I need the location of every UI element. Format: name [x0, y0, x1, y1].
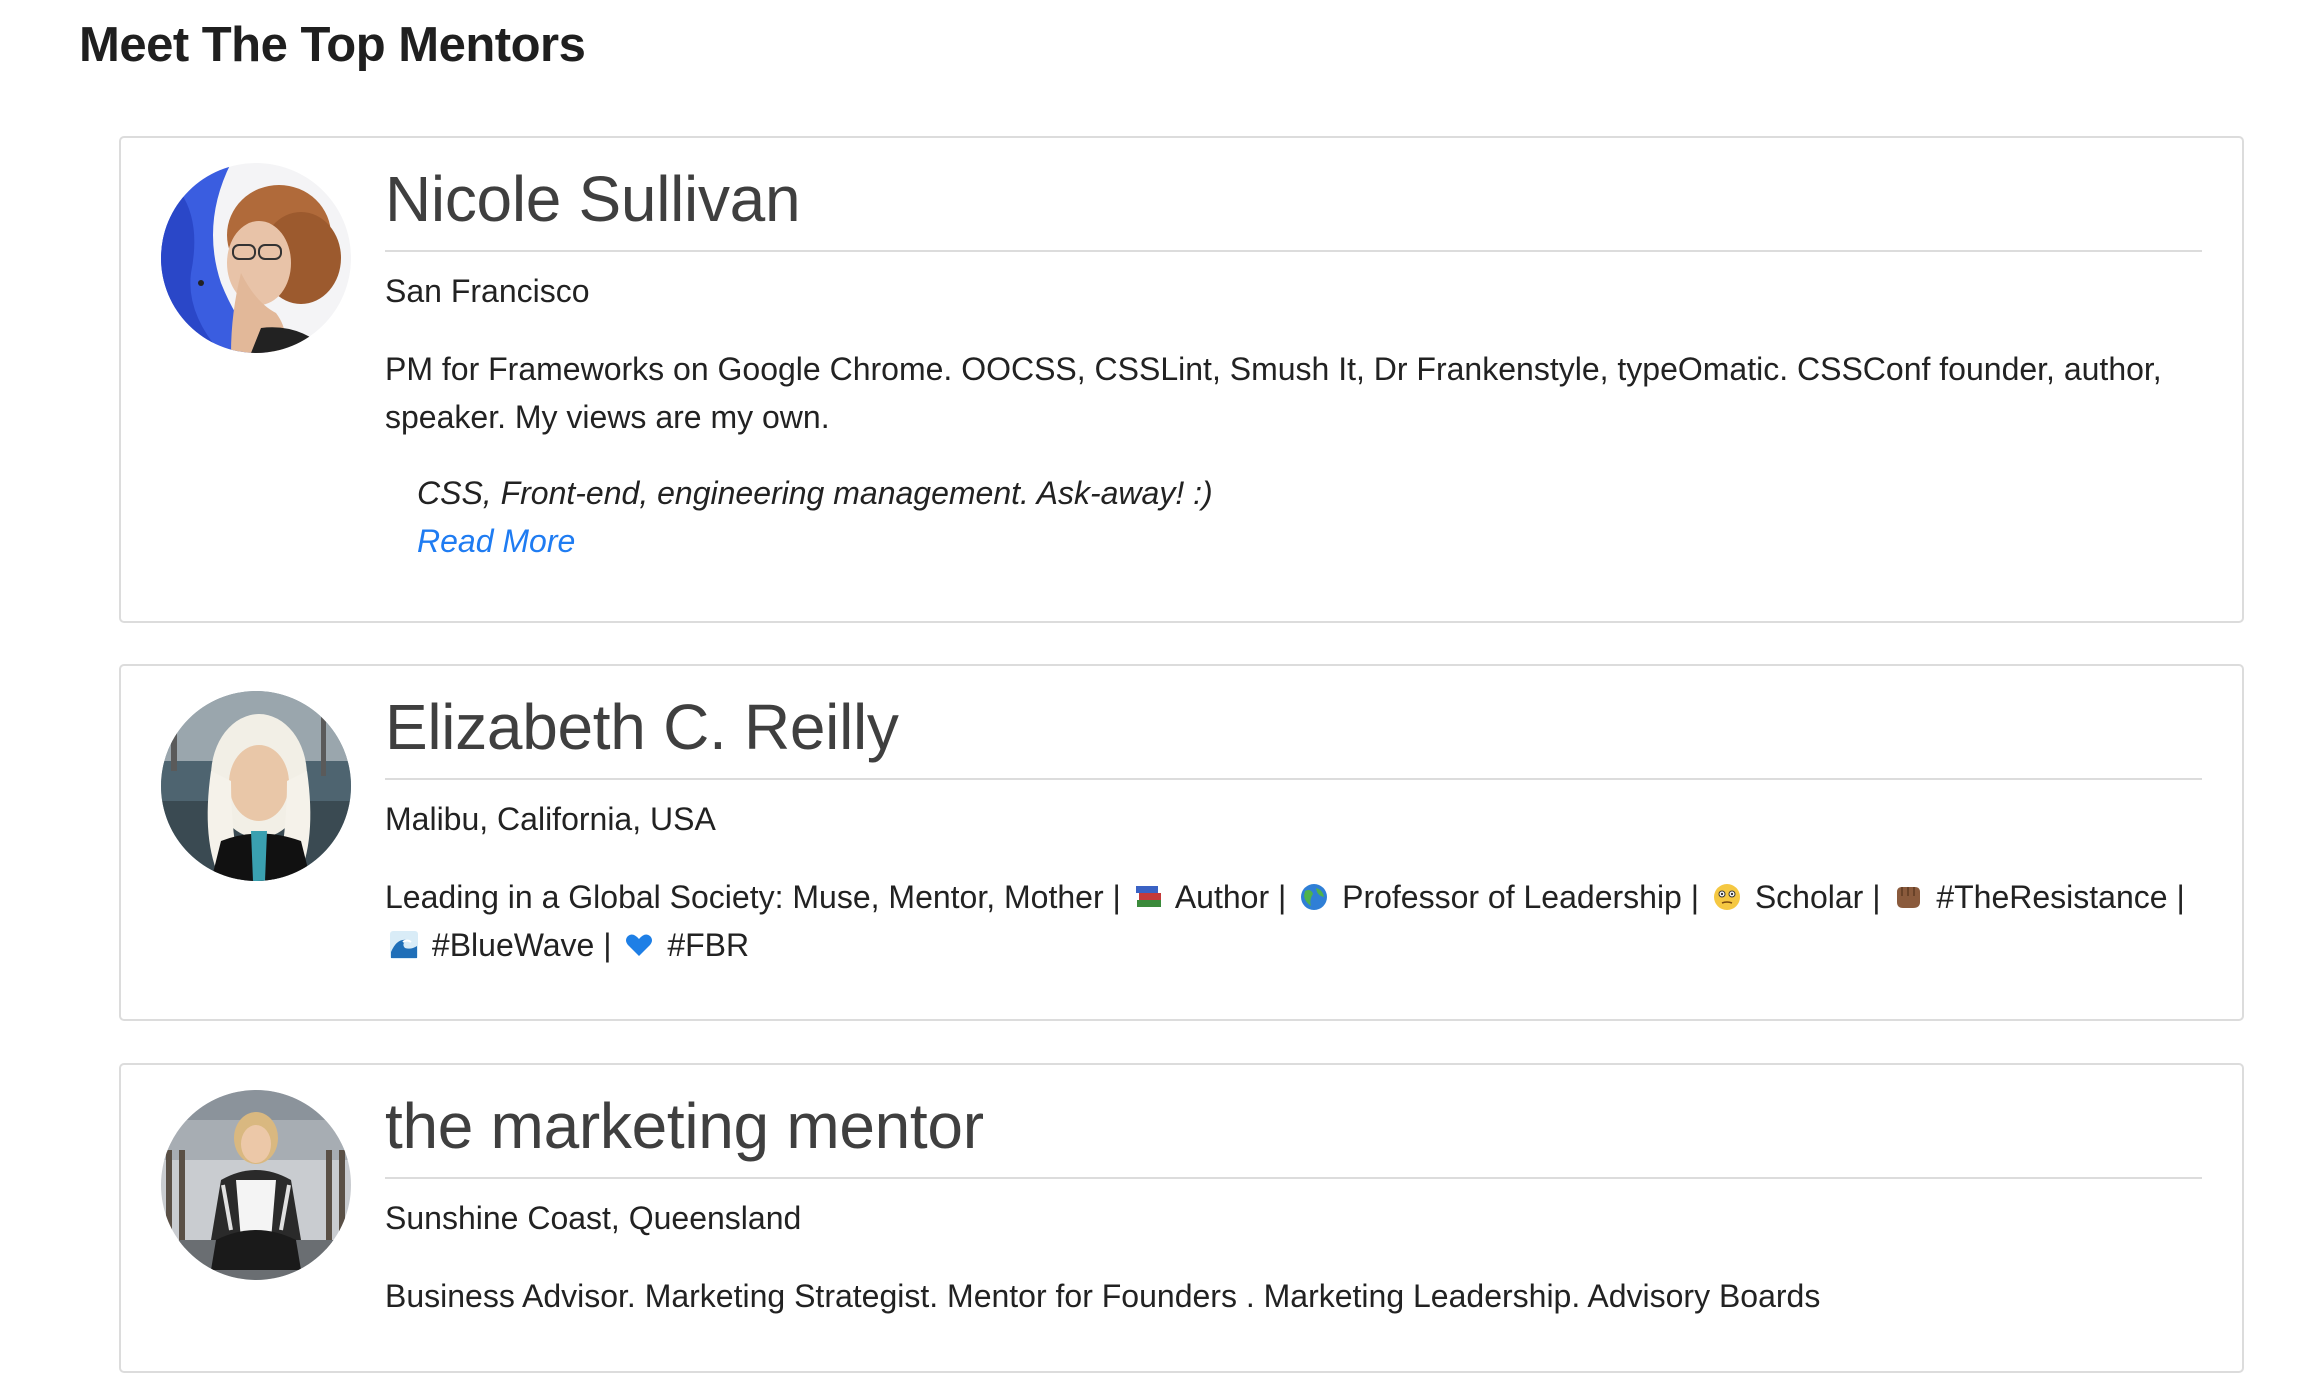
bio-text: #FBR	[667, 927, 750, 963]
mentor-name[interactable]: Nicole Sullivan	[385, 160, 2202, 252]
blue-heart-icon	[626, 934, 653, 956]
mentor-bio: Leading in a Global Society: Muse, Mento…	[385, 873, 2202, 969]
face-icon	[1713, 884, 1740, 910]
mentor-photo-icon	[161, 1090, 351, 1280]
bio-text: #BlueWave |	[431, 927, 612, 963]
mentor-location: San Francisco	[385, 273, 590, 309]
mentor-avatar[interactable]	[161, 163, 351, 353]
bio-text: Leading in a Global Society: Muse, Mento…	[385, 879, 1121, 915]
mentor-location: Malibu, California, USA	[385, 801, 716, 837]
wave-icon	[390, 931, 418, 959]
mentor-bio: Business Advisor. Marketing Strategist. …	[385, 1278, 1821, 1314]
mentor-card[interactable]: the marketing mentor Sunshine Coast, Que…	[119, 1063, 2244, 1373]
mentor-avatar[interactable]	[161, 1090, 351, 1280]
mentor-photo-icon	[161, 691, 351, 881]
bio-text: Author |	[1174, 879, 1287, 915]
books-icon	[1135, 886, 1161, 907]
mentor-name[interactable]: the marketing mentor	[385, 1087, 2202, 1179]
globe-icon	[1301, 884, 1328, 910]
mentor-avatar[interactable]	[161, 691, 351, 881]
bio-text: Scholar |	[1754, 879, 1881, 915]
mentor-tagline: CSS, Front-end, engineering management. …	[417, 475, 1213, 511]
bio-text: #TheResistance |	[1936, 879, 2185, 915]
page-title: Meet The Top Mentors	[79, 18, 586, 72]
bio-text: Professor of Leadership |	[1342, 879, 1700, 915]
mentor-photo-icon	[161, 163, 351, 353]
mentor-location: Sunshine Coast, Queensland	[385, 1200, 802, 1236]
read-more-link[interactable]: Read More	[417, 517, 2202, 565]
mentor-card[interactable]: Elizabeth C. Reilly Malibu, California, …	[119, 664, 2244, 1021]
mentor-name[interactable]: Elizabeth C. Reilly	[385, 688, 2202, 780]
mentor-bio: PM for Frameworks on Google Chrome. OOCS…	[385, 351, 2162, 435]
mentor-card[interactable]: Nicole Sullivan San Francisco PM for Fra…	[119, 136, 2244, 623]
fist-icon	[1897, 887, 1921, 908]
